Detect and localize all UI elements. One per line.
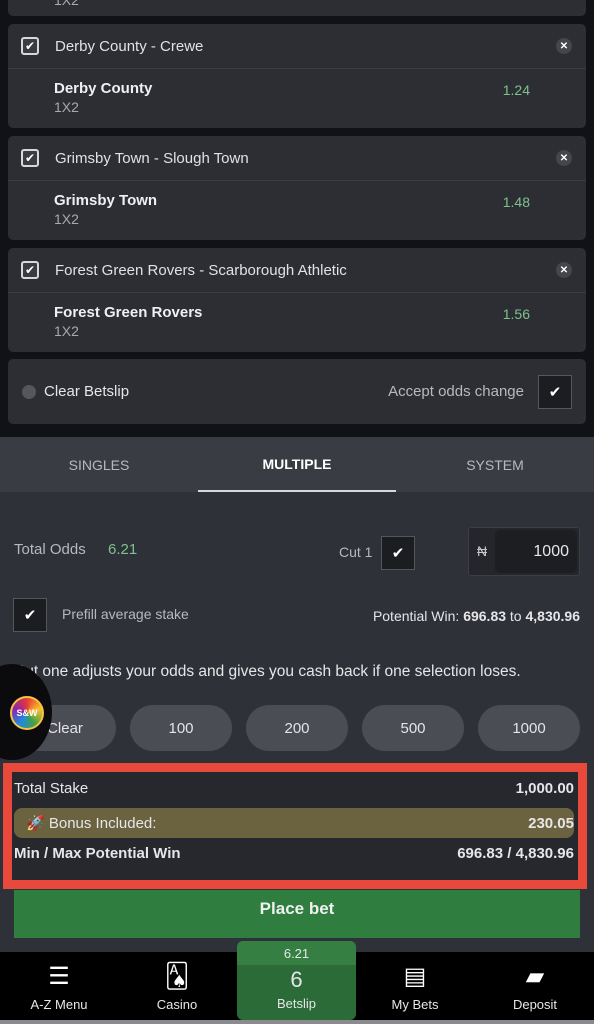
nav-betslip[interactable]: 6.21 6 Betslip xyxy=(237,941,356,1020)
bottom-edge xyxy=(0,1020,594,1024)
tab-multiple[interactable]: MULTIPLE xyxy=(198,437,396,492)
selection-card: ✔ Forest Green Rovers - Scarborough Athle… xyxy=(8,248,586,352)
potential-win-to: to xyxy=(509,608,522,624)
nav-my-bets[interactable]: ▤ My Bets xyxy=(356,952,474,1020)
odds: 1.24 xyxy=(502,82,530,98)
clear-betslip-button[interactable]: Clear Betslip xyxy=(22,383,129,400)
cut-info-text: Cut one adjusts your odds and gives you … xyxy=(14,663,521,680)
selection-name: Derby County xyxy=(54,80,153,97)
potential-win-label: Potential Win: xyxy=(372,608,460,624)
prefill-checkbox[interactable]: ✔ xyxy=(13,598,47,632)
cut-checkbox[interactable]: ✔ xyxy=(381,536,415,570)
market: 1X2 xyxy=(54,99,79,115)
place-bet-button[interactable]: Place bet xyxy=(14,890,580,938)
rocket-icon: 🚀 xyxy=(26,815,45,832)
potential-win-summary-value: 696.83 / 4,830.96 xyxy=(457,845,574,862)
quick-stake-1000[interactable]: 1000 xyxy=(478,705,580,751)
casino-icon: 🂡 xyxy=(164,963,190,990)
potential-win-summary-label: Min / Max Potential Win xyxy=(14,845,181,862)
bonus-row: 🚀 Bonus Included: 230.05 xyxy=(14,808,574,838)
currency-symbol: ₦ xyxy=(477,543,488,559)
market: 1X2 xyxy=(54,211,79,227)
market: 1X2 xyxy=(54,0,79,8)
prefill-label: Prefill average stake xyxy=(62,606,189,622)
nav-label: A-Z Menu xyxy=(30,997,88,1012)
tab-singles[interactable]: SINGLES xyxy=(0,437,198,492)
market: 1X2 xyxy=(54,323,79,339)
selection-checkbox[interactable]: ✔ xyxy=(21,37,39,55)
nav-label: Deposit xyxy=(512,997,558,1012)
cut-label: Cut 1 xyxy=(339,544,373,560)
betslip-odds: 6.21 xyxy=(237,941,356,965)
wallet-icon: ▰ xyxy=(525,963,545,990)
odds: 1.56 xyxy=(502,306,530,322)
quick-stake-200[interactable]: 200 xyxy=(246,705,348,751)
total-stake-row: Total Stake 1,000.00 xyxy=(14,780,574,797)
total-odds-label: Total Odds xyxy=(14,541,86,558)
total-odds-value: 6.21 xyxy=(108,541,138,558)
selection-card-partial: 1X2 xyxy=(8,0,586,16)
nav-casino[interactable]: 🂡 Casino xyxy=(118,952,236,1020)
betslip-actions: Clear Betslip Accept odds change ✔ xyxy=(8,359,586,424)
nav-deposit[interactable]: ▰ Deposit xyxy=(476,952,594,1020)
nav-label: Casino xyxy=(156,997,198,1012)
total-stake-value: 1,000.00 xyxy=(515,780,574,797)
accept-odds-label: Accept odds change xyxy=(388,383,524,400)
potential-win: Potential Win: 696.83 to 4,830.96 xyxy=(373,608,580,624)
event-name: Forest Green Rovers - Scarborough Athlet… xyxy=(55,261,347,279)
bonus-label: Bonus Included: xyxy=(48,815,157,832)
potential-win-min: 696.83 xyxy=(463,608,507,624)
remove-selection-button[interactable]: ✕ xyxy=(556,150,572,166)
clear-betslip-label: Clear Betslip xyxy=(44,383,130,400)
event-name: Grimsby Town - Slough Town xyxy=(55,149,249,167)
nav-label: Betslip xyxy=(276,996,317,1011)
tab-system[interactable]: SYSTEM xyxy=(396,437,594,492)
accept-odds-checkbox[interactable]: ✔ xyxy=(538,374,572,409)
nav-label: My Bets xyxy=(391,997,439,1012)
selection-name: Forest Green Rovers xyxy=(54,304,203,321)
spin-wheel-logo: S&W xyxy=(10,696,44,730)
selection-card: ✔ Derby County - Crewe ✕ Derby County 1X2… xyxy=(8,24,586,128)
stake-input-wrapper: ₦ 1000 xyxy=(468,527,580,576)
selection-card: ✔ Grimsby Town - Slough Town ✕ Grimsby To… xyxy=(8,136,586,240)
receipt-icon: ▤ xyxy=(403,963,427,990)
nav-az-menu[interactable]: ☰ A-Z Menu xyxy=(0,952,118,1020)
quick-stake-500[interactable]: 500 xyxy=(362,705,464,751)
odds: 1.48 xyxy=(502,194,530,210)
stake-input[interactable]: 1000 xyxy=(495,530,577,573)
selection-name: Grimsby Town xyxy=(54,192,158,209)
remove-selection-button[interactable]: ✕ xyxy=(556,262,572,278)
selection-checkbox[interactable]: ✔ xyxy=(21,149,39,167)
trash-icon xyxy=(22,384,36,399)
remove-selection-button[interactable]: ✕ xyxy=(556,38,572,54)
bonus-value: 230.05 xyxy=(528,814,574,832)
selection-checkbox[interactable]: ✔ xyxy=(21,261,39,279)
total-stake-label: Total Stake xyxy=(14,780,89,797)
potential-win-row: Min / Max Potential Win 696.83 / 4,830.9… xyxy=(14,845,574,862)
betslip-count: 6 xyxy=(290,967,303,992)
event-name: Derby County - Crewe xyxy=(55,37,204,55)
potential-win-max: 4,830.96 xyxy=(525,608,581,624)
quick-stake-100[interactable]: 100 xyxy=(130,705,232,751)
menu-search-icon: ☰ xyxy=(48,963,70,990)
